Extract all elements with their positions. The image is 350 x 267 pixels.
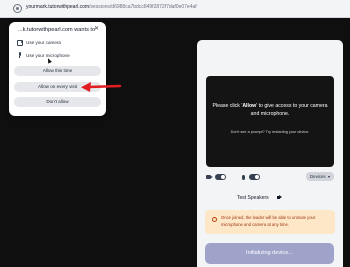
video-hint: Don't see a prompt? Try restarting your … <box>230 130 310 134</box>
browser-address-bar[interactable]: yourmark.tutorwithpearl.com/sessions/d69… <box>0 0 350 18</box>
initializing-device-button[interactable]: Initializing device... <box>205 243 334 264</box>
test-speakers-button[interactable]: Test Speakers <box>237 195 269 201</box>
device-setup-panel: Please click 'Allow' to give access to y… <box>197 40 343 267</box>
notice-text: Once joined, the leader will be able to … <box>221 215 316 227</box>
camera-permission-label: Use your camera <box>26 39 61 45</box>
microphone-icon <box>17 52 23 58</box>
close-icon[interactable]: ✕ <box>94 25 99 32</box>
url-text[interactable]: yourmark.tutorwithpearl.com/sessions/d69… <box>26 4 197 10</box>
video-message-post: ' to give access to your camera and micr… <box>250 103 328 117</box>
video-message-bold: Allow <box>242 103 257 109</box>
devices-label: Devices <box>310 174 326 179</box>
url-host: yourmark.tutorwithpearl.com <box>26 4 90 10</box>
microphone-icon <box>242 175 245 180</box>
info-icon <box>212 217 217 222</box>
video-message-pre: Please click ' <box>212 103 243 109</box>
microphone-permission-row: Use your microphone <box>17 52 70 58</box>
camera-icon <box>206 175 213 179</box>
site-info-icon[interactable] <box>13 4 22 13</box>
speaker-icon[interactable] <box>277 196 280 199</box>
video-preview: Please click 'Allow' to give access to y… <box>206 76 334 167</box>
chevron-down-icon <box>328 175 330 178</box>
dont-allow-button[interactable]: Don't allow <box>14 97 101 107</box>
media-controls: Devices <box>206 172 334 183</box>
allow-this-time-button[interactable]: Allow this time <box>14 66 101 76</box>
devices-dropdown[interactable]: Devices <box>306 172 334 181</box>
camera-permission-row: Use your camera <box>17 39 61 46</box>
red-arrow-annotation <box>81 82 122 92</box>
video-permission-message: Please click 'Allow' to give access to y… <box>212 102 328 118</box>
url-path: /sessions/d6988ca7bdcc849f2872f7daf0e07e… <box>89 4 197 10</box>
unmute-notice: Once joined, the leader will be able to … <box>205 210 335 234</box>
mouse-cursor-icon <box>46 57 52 64</box>
permission-popup: ...k.tutorwithpearl.com wants to ✕ Use y… <box>9 22 106 116</box>
camera-icon <box>17 39 23 46</box>
microphone-permission-label: Use your microphone <box>26 52 70 58</box>
microphone-toggle[interactable] <box>249 174 260 180</box>
camera-toggle[interactable] <box>215 174 226 180</box>
popup-title: ...k.tutorwithpearl.com wants to <box>18 27 96 33</box>
